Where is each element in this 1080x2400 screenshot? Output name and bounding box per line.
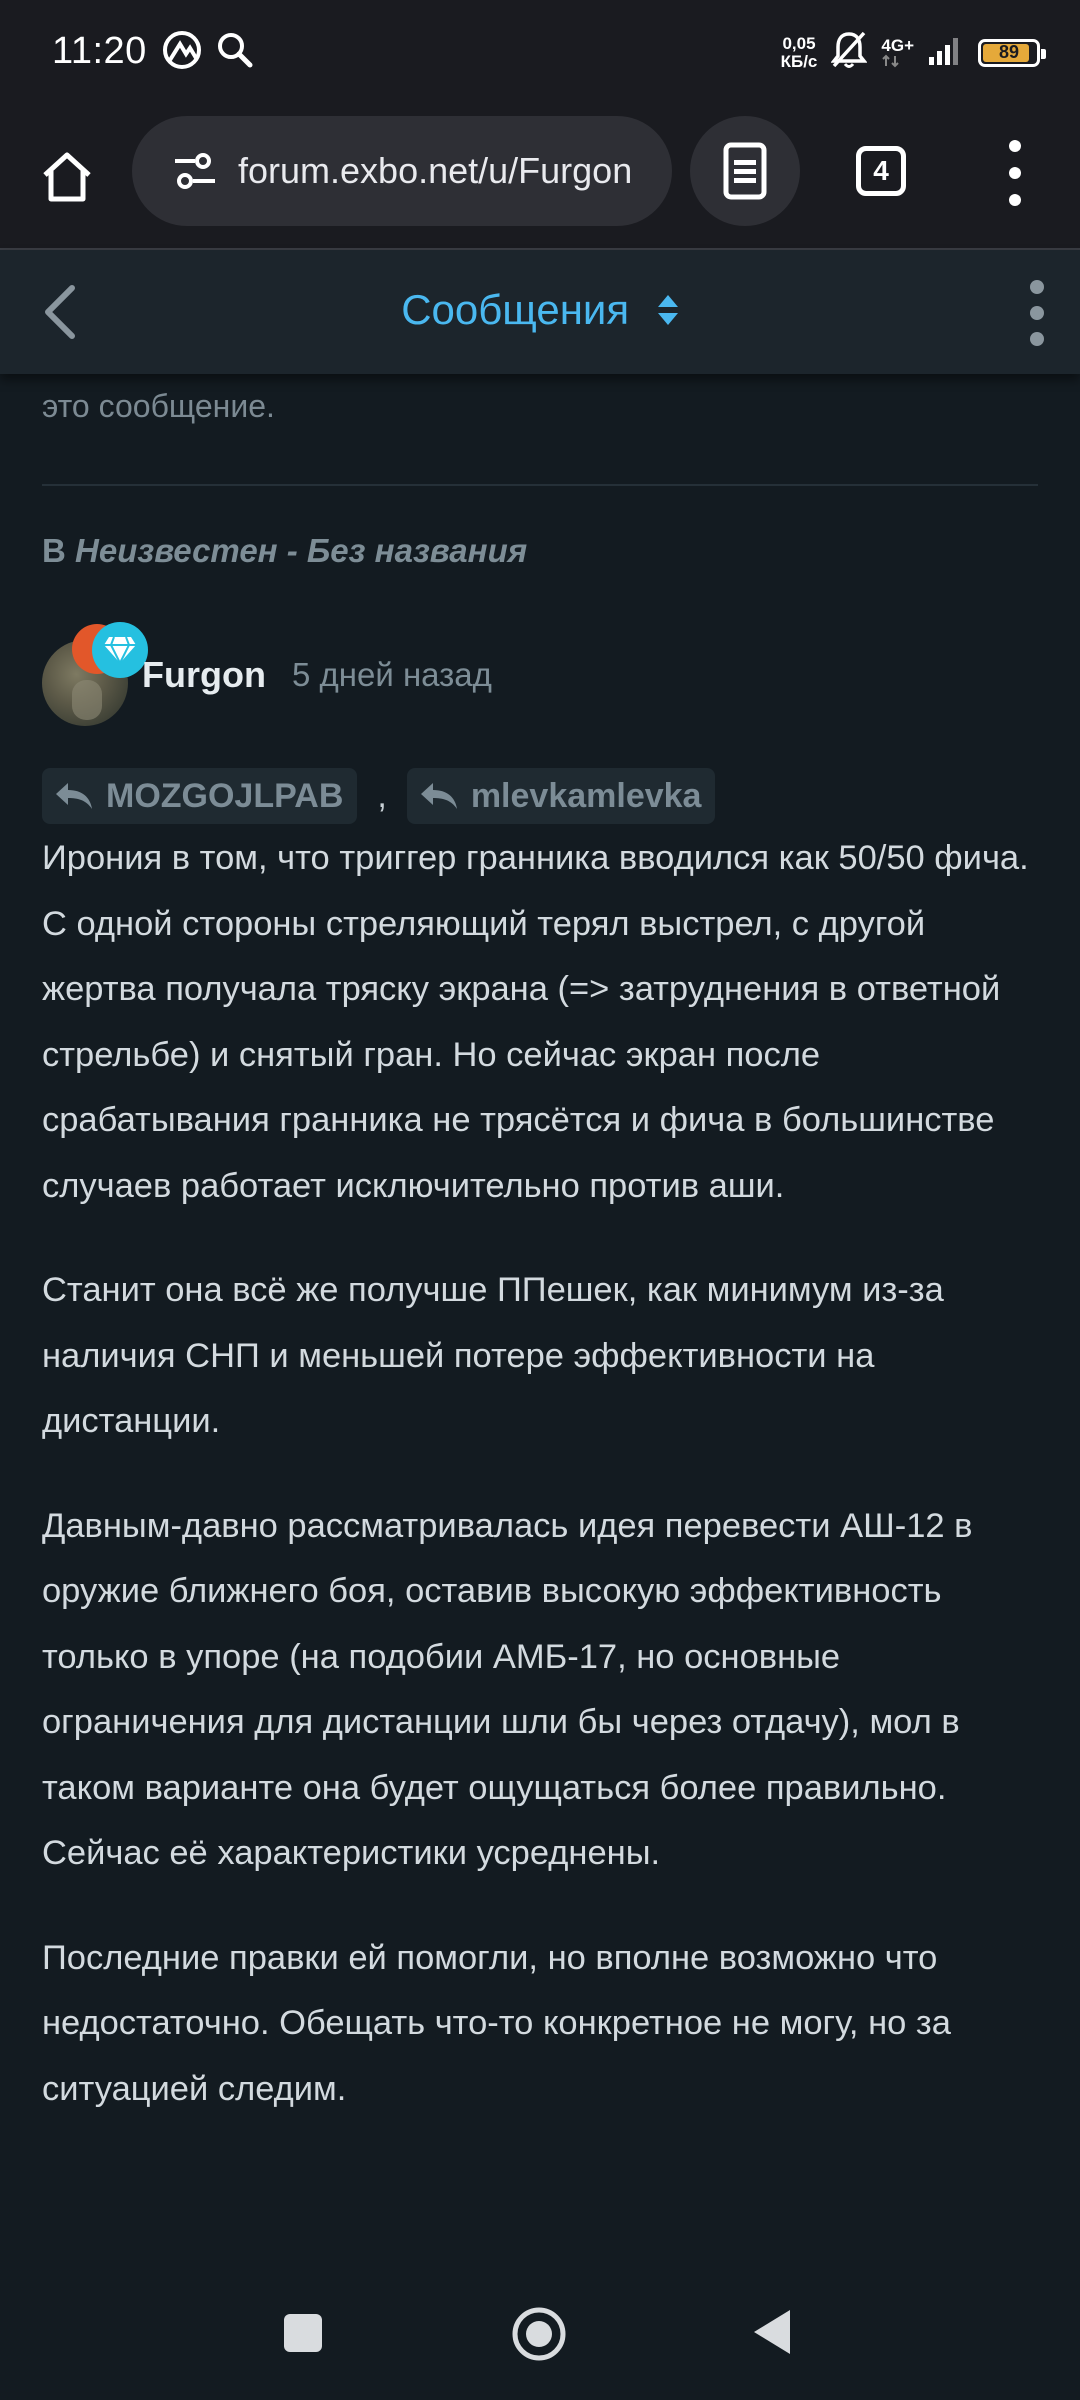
bell-off-icon xyxy=(830,30,869,75)
reply-separator: , xyxy=(377,776,387,815)
battery-icon: 89 xyxy=(978,38,1046,67)
home-circle-icon[interactable] xyxy=(511,2306,567,2362)
status-bar: 11:20 0,05 КБ/с 4G+ 89 xyxy=(0,0,1080,108)
reply-mention[interactable]: mlevkamlevka xyxy=(406,768,716,824)
signal-icon xyxy=(928,33,964,72)
post-paragraph: Станит она всё же получше ППешек, как ми… xyxy=(42,1271,944,1440)
diamond-badge-icon xyxy=(92,622,148,678)
system-nav-bar xyxy=(0,2270,1080,2400)
kebab-icon[interactable] xyxy=(1022,280,1052,346)
divider xyxy=(42,484,1038,486)
page-title: Сообщения xyxy=(401,286,630,333)
more-vert-icon[interactable] xyxy=(990,140,1040,206)
thread-title-link[interactable]: Неизвестен - Без названия xyxy=(75,532,527,569)
thread-prefix: В xyxy=(42,532,66,569)
net-rate-unit: КБ/с xyxy=(780,51,818,71)
battery-level: 89 xyxy=(998,42,1020,62)
data-arrows-icon xyxy=(882,54,900,68)
post-paragraph: Ирония в том, что триггер гранника вводи… xyxy=(42,839,1029,1205)
app-header: Сообщения xyxy=(0,250,1080,374)
network-indicator: 4G+ xyxy=(881,37,914,68)
reply-mention[interactable]: MOZGOJLPAB xyxy=(42,768,358,824)
status-time: 11:20 xyxy=(52,30,147,72)
net-rate-value: 0,05 xyxy=(782,33,816,53)
reply-mentions: MOZGOJLPAB , mlevkamlevka xyxy=(42,768,716,824)
site-settings-button[interactable] xyxy=(170,146,220,196)
url-text: forum.exbo.net/u/Furgon xyxy=(238,150,633,191)
home-button[interactable] xyxy=(32,142,102,212)
tabs-button[interactable]: 4 xyxy=(856,146,906,196)
network-type: 4G+ xyxy=(881,36,914,55)
status-right: 0,05 КБ/с 4G+ 89 xyxy=(780,30,1046,75)
post-paragraph: Давным-давно рассматривалась идея переве… xyxy=(42,1506,973,1873)
tune-icon xyxy=(175,153,215,189)
home-icon xyxy=(43,152,91,202)
reader-mode-button[interactable] xyxy=(690,116,800,226)
sort-icon xyxy=(657,289,679,337)
author-name[interactable]: Furgon xyxy=(142,654,266,696)
reply-icon xyxy=(56,783,92,809)
thread-line: В Неизвестен - Без названия xyxy=(42,532,527,570)
reader-mode-icon xyxy=(723,142,767,200)
reply-mention-name: MOZGOJLPAB xyxy=(106,776,344,815)
reply-mention-name: mlevkamlevka xyxy=(470,776,702,815)
back-triangle-icon[interactable] xyxy=(752,2308,792,2361)
post-paragraph: Последние правки ей помогли, но вполне в… xyxy=(42,1938,951,2108)
page-title-dropdown[interactable]: Сообщения xyxy=(0,286,1080,337)
reply-icon xyxy=(420,783,457,809)
url-bar[interactable]: forum.exbo.net/u/Furgon xyxy=(132,116,672,226)
post-body: Ирония в том, что триггер гранника вводи… xyxy=(42,826,1038,2161)
previous-post-tail: это сообщение. xyxy=(42,388,275,424)
gallery-icon xyxy=(162,30,202,75)
recents-icon[interactable] xyxy=(284,2314,322,2352)
tab-count: 4 xyxy=(873,155,889,186)
search-icon xyxy=(216,31,254,74)
net-rate: 0,05 КБ/с xyxy=(780,33,818,71)
status-left-icons xyxy=(162,30,254,75)
browser-toolbar: forum.exbo.net/u/Furgon 4 xyxy=(0,108,1080,250)
post-time[interactable]: 5 дней назад xyxy=(292,656,492,694)
post-header: Furgon 5 дней назад xyxy=(42,622,1038,726)
